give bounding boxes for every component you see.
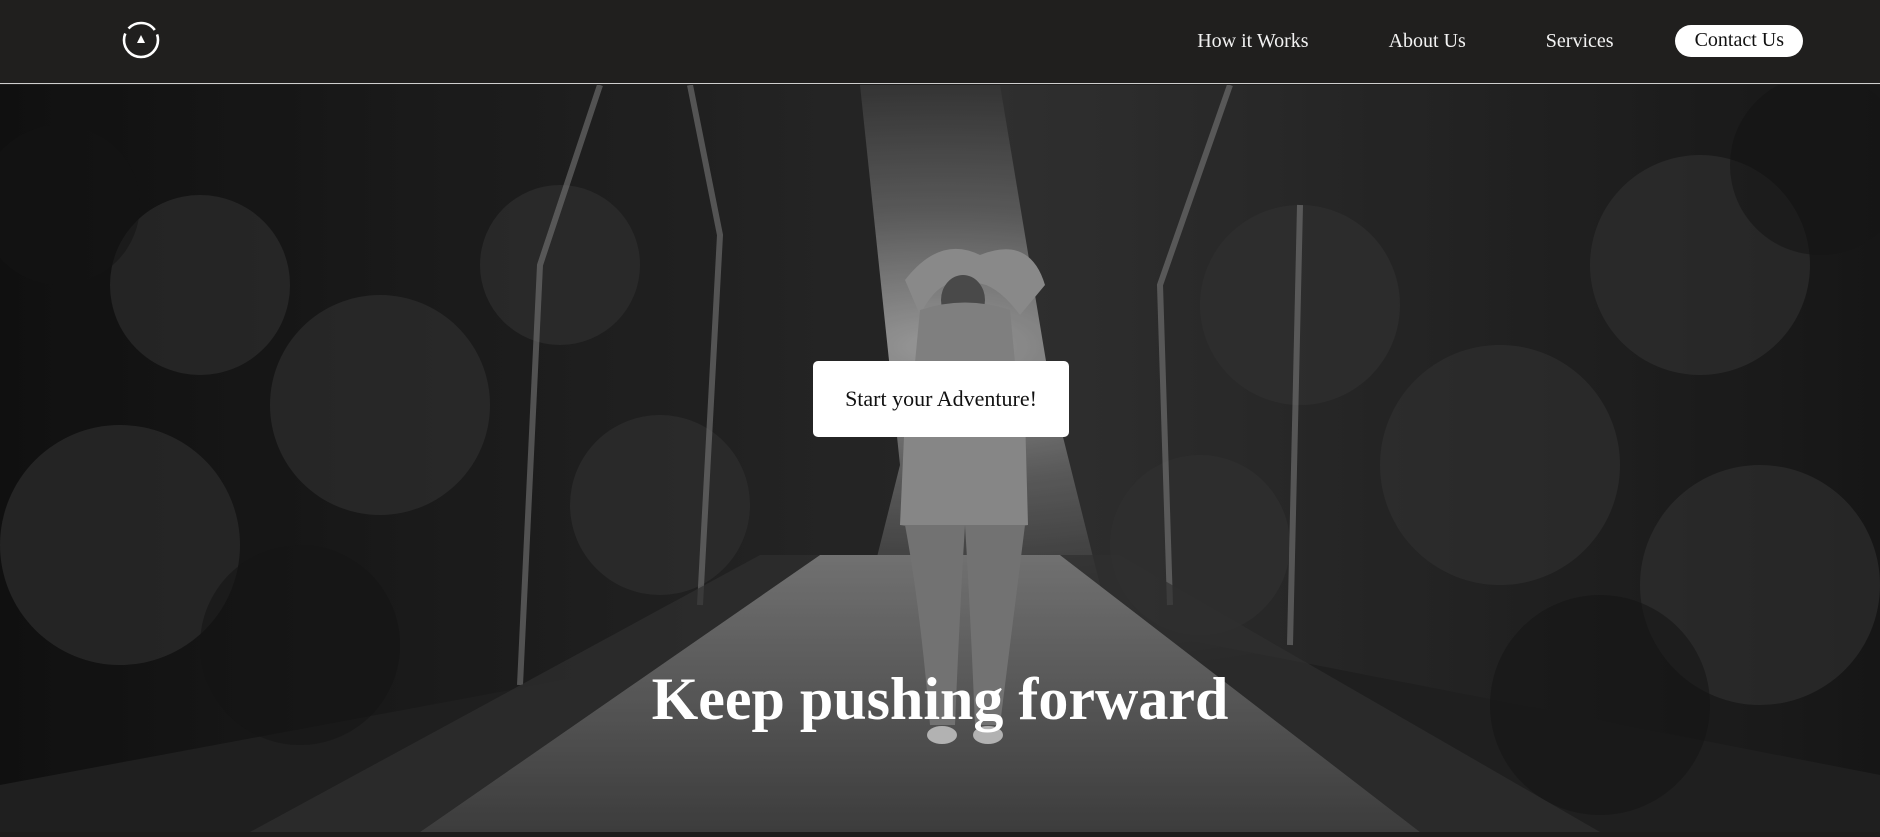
top-navbar: How it Works About Us Services Contact U… <box>0 0 1880 84</box>
compass-icon[interactable] <box>121 20 161 60</box>
nav-link-about-us[interactable]: About Us <box>1389 30 1466 53</box>
nav-links: How it Works About Us Services Contact U… <box>1197 25 1803 57</box>
bottom-edge <box>0 832 1880 837</box>
start-adventure-button[interactable]: Start your Adventure! <box>813 361 1069 437</box>
hero-title: Keep pushing forward <box>651 666 1229 732</box>
contact-us-button[interactable]: Contact Us <box>1674 25 1803 57</box>
nav-link-how-it-works[interactable]: How it Works <box>1197 30 1308 53</box>
nav-link-services[interactable]: Services <box>1546 30 1614 53</box>
hero-section: Start your Adventure! Keep pushing forwa… <box>0 85 1880 832</box>
